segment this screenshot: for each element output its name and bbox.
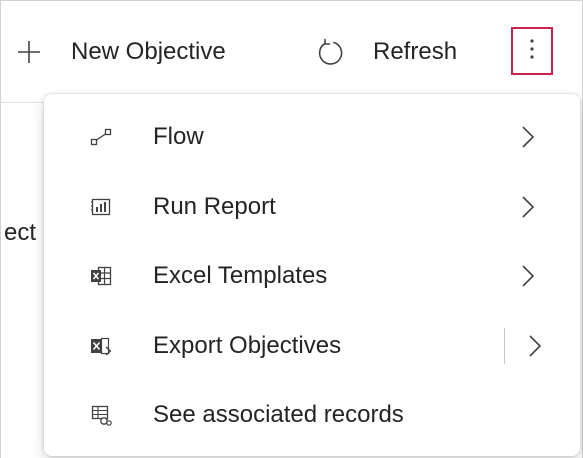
associated-records-icon (90, 404, 112, 426)
chevron-right-icon[interactable] (527, 334, 543, 358)
more-vertical-icon (529, 37, 535, 66)
plus-icon (17, 40, 41, 64)
menu-item-see-associated-records[interactable]: See associated records (44, 380, 580, 450)
split-divider (504, 328, 505, 364)
excel-export-icon (90, 335, 112, 357)
new-objective-button[interactable]: New Objective (17, 32, 226, 72)
command-bar: New Objective Refresh (0, 0, 583, 103)
menu-item-label: Export Objectives (153, 332, 342, 359)
refresh-button[interactable]: Refresh (315, 32, 457, 72)
more-commands-button[interactable] (511, 27, 553, 75)
new-objective-label: New Objective (71, 38, 226, 65)
refresh-label: Refresh (373, 38, 458, 65)
flow-icon (90, 126, 112, 148)
menu-item-label: Run Report (153, 193, 276, 220)
menu-item-export-objectives[interactable]: Export Objectives (44, 311, 580, 381)
refresh-icon (315, 37, 345, 67)
chevron-right-icon (520, 264, 536, 288)
menu-item-run-report[interactable]: Run Report (44, 172, 580, 242)
menu-item-flow[interactable]: Flow (44, 102, 580, 172)
chevron-right-icon (520, 125, 536, 149)
chevron-right-icon (520, 195, 536, 219)
excel-template-icon (90, 265, 112, 287)
menu-item-excel-templates[interactable]: Excel Templates (44, 241, 580, 311)
menu-item-label: Excel Templates (153, 262, 328, 289)
menu-item-label: Flow (153, 123, 204, 150)
background-column-header: ect (4, 219, 37, 246)
more-commands-menu: Flow Run Report Excel Templates Export O… (44, 94, 580, 456)
menu-item-label: See associated records (153, 401, 404, 428)
report-icon (90, 196, 112, 218)
